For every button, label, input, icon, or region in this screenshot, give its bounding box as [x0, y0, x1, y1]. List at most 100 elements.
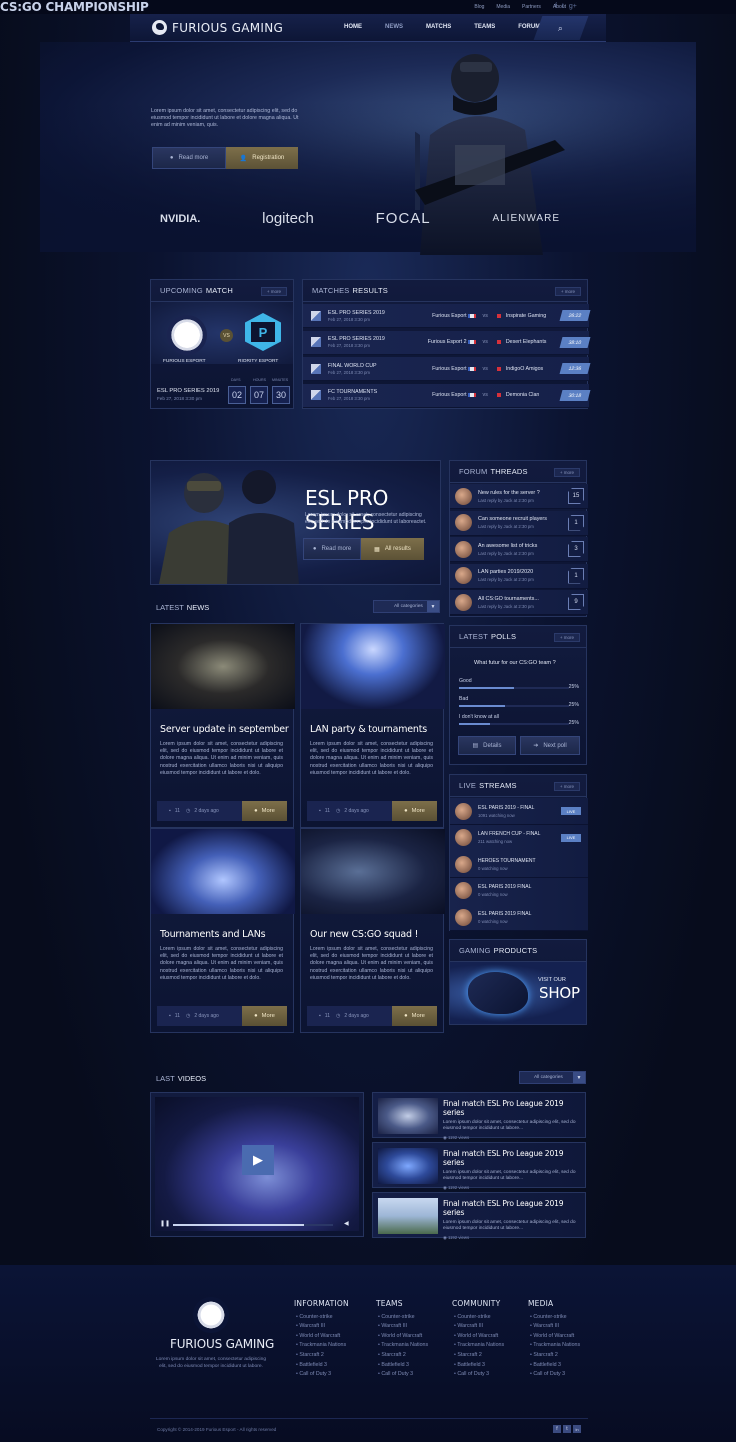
- footer-link[interactable]: Trackmania Nations: [378, 1341, 428, 1351]
- top-link-partners[interactable]: Partners: [522, 4, 541, 10]
- footer-link[interactable]: Warcraft III: [454, 1322, 504, 1332]
- footer-link[interactable]: World of Warcraft: [530, 1332, 580, 1342]
- poll-next-button[interactable]: ➔ Next poll: [520, 736, 580, 755]
- match-result-row[interactable]: FINAL WORLD CUP Feb 27, 2018 3:30 pm Furi…: [303, 357, 591, 381]
- twitter-icon[interactable]: t: [562, 3, 564, 10]
- footer-link[interactable]: Warcraft III: [530, 1322, 580, 1332]
- news-title[interactable]: Server update in september: [160, 724, 293, 735]
- nav-news[interactable]: NEWS: [385, 24, 403, 30]
- sponsor-nvidia[interactable]: NVIDIA.: [160, 213, 200, 225]
- news-card[interactable]: LAN party & tournaments Lorem ipsum dolo…: [300, 623, 445, 828]
- polls-more-button[interactable]: + more: [554, 633, 580, 642]
- footer-link[interactable]: Counter-strike: [454, 1313, 504, 1323]
- footer-link[interactable]: Call of Duty 3: [378, 1370, 428, 1380]
- hero-read-more-button[interactable]: ● Read more: [152, 147, 226, 169]
- footer-link[interactable]: Starcraft 2: [530, 1351, 580, 1361]
- footer-link[interactable]: Battlefield 3: [454, 1361, 504, 1371]
- linkedin-icon[interactable]: in: [573, 1425, 581, 1433]
- poll-option[interactable]: Bad 25%: [459, 696, 579, 708]
- footer-link[interactable]: Counter-strike: [378, 1313, 428, 1323]
- sponsor-focal[interactable]: FOCAL: [376, 210, 431, 227]
- top-link-blog[interactable]: Blog: [474, 4, 484, 10]
- news-more-button[interactable]: ● More: [242, 1006, 287, 1026]
- pause-icon[interactable]: ❚❚: [160, 1220, 170, 1227]
- poll-details-button[interactable]: ▤ Details: [458, 736, 516, 755]
- footer-link[interactable]: Battlefield 3: [530, 1361, 580, 1371]
- shop-banner[interactable]: VISIT OUR SHOP: [450, 962, 586, 1024]
- match-result-row[interactable]: ESL PRO SERIES 2019 Feb 27, 2018 3:30 pm …: [303, 330, 591, 355]
- footer-link[interactable]: World of Warcraft: [296, 1332, 349, 1342]
- facebook-icon[interactable]: f: [555, 3, 557, 10]
- footer-link[interactable]: Call of Duty 3: [296, 1370, 349, 1380]
- video-list-item[interactable]: Final match ESL Pro League 2019 series L…: [372, 1142, 586, 1190]
- news-title[interactable]: Our new CS:GO squad !: [310, 929, 443, 940]
- streams-more-button[interactable]: + more: [554, 782, 580, 791]
- footer-link[interactable]: Starcraft 2: [296, 1351, 349, 1361]
- nav-matchs[interactable]: MATCHS: [426, 24, 451, 30]
- footer-link[interactable]: Call of Duty 3: [530, 1370, 580, 1380]
- news-card[interactable]: Server update in september Lorem ipsum d…: [150, 623, 295, 828]
- news-card[interactable]: Our new CS:GO squad ! Lorem ipsum dolor …: [300, 828, 445, 1033]
- footer-link[interactable]: World of Warcraft: [378, 1332, 428, 1342]
- play-button[interactable]: ▶: [242, 1145, 274, 1175]
- video-progress-track[interactable]: [173, 1224, 333, 1226]
- forum-thread-row[interactable]: All CS:GO tournaments... Last reply by Ja…: [450, 590, 588, 615]
- news-title[interactable]: Tournaments and LANs: [160, 929, 293, 940]
- news-title[interactable]: LAN party & tournaments: [310, 724, 443, 735]
- videos-category-select[interactable]: All categories ▼: [519, 1071, 586, 1084]
- forum-thread-row[interactable]: Can someone recruit players Last reply by…: [450, 510, 588, 536]
- search-button[interactable]: ⌕: [533, 16, 589, 40]
- twitter-icon[interactable]: t: [563, 1425, 571, 1433]
- forum-thread-row[interactable]: An awesome list of tricks Last reply by J…: [450, 537, 588, 562]
- site-logo[interactable]: FURIOUS GAMING: [152, 20, 283, 35]
- googleplus-icon[interactable]: g+: [569, 3, 577, 10]
- hero-registration-button[interactable]: 👤 Registration: [226, 147, 298, 169]
- forum-thread-row[interactable]: New rules for the server ? Last reply by …: [450, 484, 588, 509]
- news-category-select[interactable]: All categories ▼: [373, 600, 440, 613]
- stream-row[interactable]: ESL PARIS 2019 FINAL 0 watching now: [450, 904, 588, 931]
- nav-teams[interactable]: TEAMS: [474, 24, 495, 30]
- threads-more-button[interactable]: + more: [554, 468, 580, 477]
- stream-row[interactable]: ESL PARIS 2019 - FINAL 1091 watching now …: [450, 798, 588, 825]
- footer-link[interactable]: Counter-strike: [296, 1313, 349, 1323]
- esl-all-results-button[interactable]: ▦ All results: [361, 538, 424, 560]
- mouse-image: [468, 972, 528, 1014]
- sponsor-logitech[interactable]: logitech: [262, 210, 314, 227]
- news-card[interactable]: Tournaments and LANs Lorem ipsum dolor s…: [150, 828, 295, 1033]
- avatar: [455, 829, 472, 846]
- top-link-media[interactable]: Media: [496, 4, 510, 10]
- video-list-item[interactable]: Final match ESL Pro League 2019 series L…: [372, 1092, 586, 1140]
- video-player[interactable]: ▶ ❚❚ ◀: [150, 1092, 364, 1237]
- facebook-icon[interactable]: f: [553, 1425, 561, 1433]
- stream-row[interactable]: LAN FRENCH CUP - FINAL 211 watching now L…: [450, 824, 588, 852]
- footer-link[interactable]: Counter-strike: [530, 1313, 580, 1323]
- footer-link[interactable]: Trackmania Nations: [296, 1341, 349, 1351]
- match-result-row[interactable]: FC TOURNAMENTS Feb 27, 2018 3:30 pm Furio…: [303, 383, 591, 408]
- footer-link[interactable]: Battlefield 3: [296, 1361, 349, 1371]
- video-list-item[interactable]: Final match ESL Pro League 2019 series L…: [372, 1192, 586, 1240]
- footer-link[interactable]: Trackmania Nations: [530, 1341, 580, 1351]
- footer-link[interactable]: Starcraft 2: [454, 1351, 504, 1361]
- match-result-row[interactable]: ESL PRO SERIES 2019 Feb 27, 2018 3:30 pm …: [303, 304, 591, 328]
- footer-link[interactable]: Battlefield 3: [378, 1361, 428, 1371]
- poll-option[interactable]: Good 25%: [459, 678, 579, 690]
- footer-link[interactable]: Trackmania Nations: [454, 1341, 504, 1351]
- sponsor-alienware[interactable]: ALIENWARE: [492, 213, 560, 224]
- news-more-button[interactable]: ● More: [242, 801, 287, 821]
- stream-row[interactable]: HEROES TOURNAMENT 0 watching now: [450, 851, 588, 878]
- esl-read-more-button[interactable]: ● Read more: [303, 538, 361, 560]
- nav-home[interactable]: HOME: [344, 24, 362, 30]
- forum-thread-row[interactable]: LAN parties 2019/2020 Last reply by Jack …: [450, 563, 588, 589]
- poll-option[interactable]: I don't know at all 25%: [459, 714, 579, 726]
- stream-row[interactable]: ESL PARIS 2019 FINAL 0 watching now: [450, 877, 588, 905]
- footer-link[interactable]: Warcraft III: [378, 1322, 428, 1332]
- results-more-button[interactable]: + more: [555, 287, 581, 296]
- news-more-button[interactable]: ● More: [392, 801, 437, 821]
- volume-icon[interactable]: ◀: [344, 1220, 349, 1227]
- news-more-button[interactable]: ● More: [392, 1006, 437, 1026]
- footer-link[interactable]: Call of Duty 3: [454, 1370, 504, 1380]
- upcoming-more-button[interactable]: + more: [261, 287, 287, 296]
- footer-link[interactable]: Warcraft III: [296, 1322, 349, 1332]
- footer-link[interactable]: World of Warcraft: [454, 1332, 504, 1342]
- footer-link[interactable]: Starcraft 2: [378, 1351, 428, 1361]
